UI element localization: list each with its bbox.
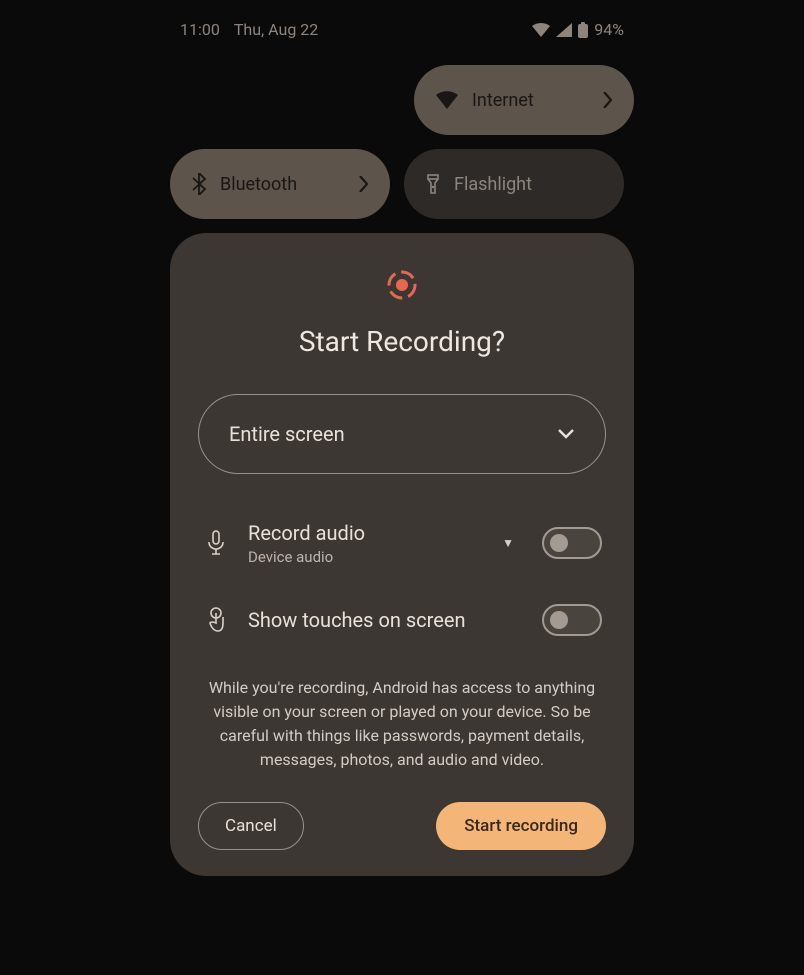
scope-dropdown[interactable]: Entire screen	[198, 394, 606, 474]
button-label: Start recording	[464, 816, 578, 836]
dropdown-value: Entire screen	[229, 422, 345, 446]
touch-icon	[202, 607, 230, 633]
screen-record-dialog: Start Recording? Entire screen Record au…	[170, 233, 634, 876]
wifi-icon	[532, 23, 550, 37]
tile-label: Internet	[472, 90, 588, 111]
record-audio-row[interactable]: Record audio Device audio ▼	[198, 510, 606, 576]
battery-percent: 94%	[594, 20, 624, 39]
tile-label: Bluetooth	[220, 174, 344, 195]
microphone-icon	[202, 530, 230, 556]
tile-label: Flashlight	[454, 174, 602, 195]
quick-settings-tiles: Internet Bluetooth Flashlight	[170, 65, 634, 219]
status-time: 11:00	[180, 20, 220, 39]
show-touches-toggle[interactable]	[542, 604, 602, 636]
record-icon	[386, 269, 418, 301]
chevron-down-icon	[557, 428, 575, 440]
cancel-button[interactable]: Cancel	[198, 802, 304, 850]
chevron-right-icon	[602, 92, 612, 108]
show-touches-row[interactable]: Show touches on screen	[198, 594, 606, 646]
disclaimer-text: While you're recording, Android has acce…	[198, 664, 606, 802]
bluetooth-tile[interactable]: Bluetooth	[170, 149, 390, 219]
status-date: Thu, Aug 22	[234, 20, 318, 39]
chevron-right-icon	[358, 176, 368, 192]
flashlight-icon	[426, 173, 440, 195]
bluetooth-icon	[192, 173, 206, 195]
option-subtitle: Device audio	[248, 548, 484, 566]
option-title: Show touches on screen	[248, 607, 524, 633]
phone-screen: 11:00 Thu, Aug 22 94% Internet	[170, 0, 634, 975]
status-bar: 11:00 Thu, Aug 22 94%	[170, 0, 634, 49]
cell-signal-icon	[556, 23, 572, 37]
caret-down-icon[interactable]: ▼	[502, 536, 514, 550]
record-audio-toggle[interactable]	[542, 527, 602, 559]
flashlight-tile[interactable]: Flashlight	[404, 149, 624, 219]
internet-tile[interactable]: Internet	[414, 65, 634, 135]
start-recording-button[interactable]: Start recording	[436, 802, 606, 850]
battery-icon	[578, 22, 588, 38]
dialog-title: Start Recording?	[198, 325, 606, 358]
option-title: Record audio	[248, 520, 484, 546]
wifi-icon	[436, 91, 458, 109]
button-label: Cancel	[225, 816, 277, 836]
